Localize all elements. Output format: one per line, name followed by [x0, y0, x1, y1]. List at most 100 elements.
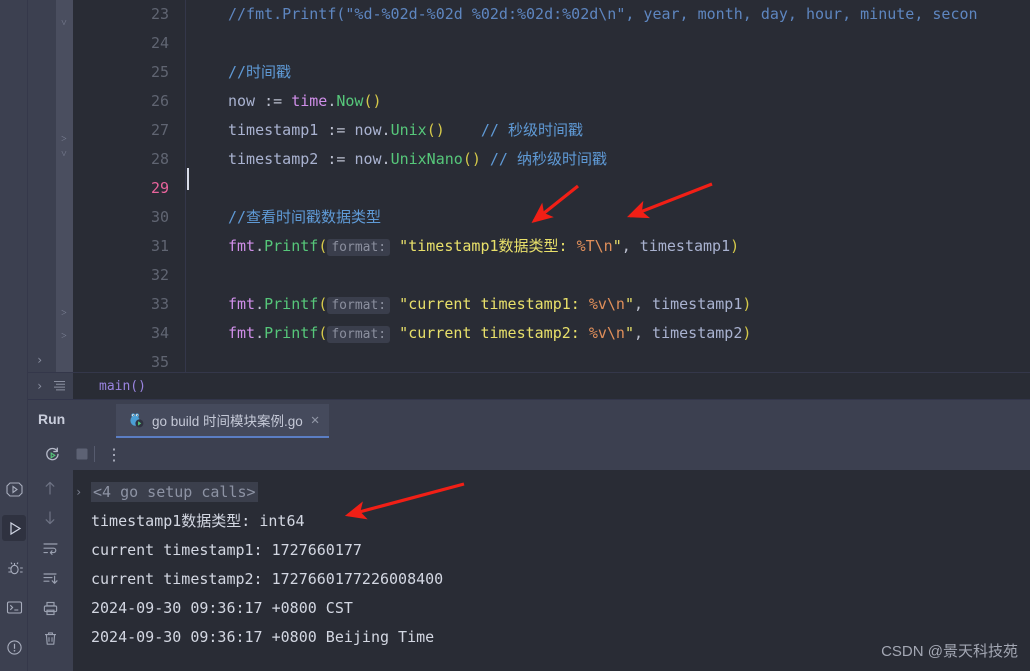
- line-number: 30: [150, 208, 169, 226]
- debug-icon[interactable]: [2, 555, 26, 581]
- run-tab-go-build[interactable]: go build 时间模块案例.go ✕: [116, 404, 330, 438]
- code-token-punct: .: [255, 295, 265, 313]
- code-token-kw: fmt: [228, 324, 256, 342]
- watermark-text: CSDN @景天科技苑: [881, 643, 1018, 660]
- line-number: 27: [150, 121, 169, 139]
- code-line[interactable]: //时间戳: [186, 58, 1030, 87]
- console-line-text: 2024-09-30 09:36:17 +0800 CST: [91, 599, 353, 617]
- run-toolbar: ⋮: [28, 438, 1030, 470]
- code-token-fmtv: %v\n: [588, 295, 625, 313]
- code-line[interactable]: fmt.Printf(format: "current timestamp1: …: [186, 290, 1030, 319]
- go-gopher-icon: [128, 412, 144, 428]
- code-token-paren: (: [318, 295, 328, 313]
- code-token-var: timestamp2: [652, 324, 743, 342]
- code-line[interactable]: [186, 29, 1030, 58]
- code-token-str: "current timestamp2:: [390, 324, 589, 342]
- console-line-text: current timestamp2: 1727660177226008400: [91, 570, 444, 588]
- terminal-icon[interactable]: [2, 594, 26, 620]
- more-options-button[interactable]: ⋮: [104, 444, 124, 464]
- console-line: › <4 go setup calls>: [73, 478, 1030, 507]
- code-line[interactable]: timestamp1 := now.Unix() // 秒级时间戳: [186, 116, 1030, 145]
- code-line[interactable]: now := time.Now(): [186, 87, 1030, 116]
- console-output[interactable]: › <4 go setup calls> timestamp1数据类型: int64…: [28, 470, 1030, 671]
- console-fold-chevron-icon[interactable]: ›: [75, 478, 82, 507]
- breadcrumb-item-main[interactable]: main(): [73, 373, 146, 400]
- code-token-cmt2: // 秒级时间戳: [480, 121, 583, 139]
- run-anything-icon[interactable]: [2, 476, 26, 502]
- code-line[interactable]: //查看时间戳数据类型: [186, 203, 1030, 232]
- line-number: 32: [150, 266, 169, 284]
- fold-chevron-icon[interactable]: ˃: [57, 307, 71, 321]
- scroll-up-icon[interactable]: [40, 478, 60, 498]
- code-token-punct: .: [381, 150, 391, 168]
- code-line[interactable]: fmt.Printf(format: "current timestamp2: …: [186, 319, 1030, 348]
- breadcrumb-chevron-icon-upper[interactable]: ›: [36, 348, 43, 372]
- code-token-paren: ): [742, 324, 752, 342]
- run-tab-label: go build 时间模块案例.go: [152, 414, 303, 429]
- line-number: 34: [150, 324, 169, 342]
- code-token-paren: (): [426, 121, 445, 139]
- code-line[interactable]: //fmt.Printf("%d-%02d-%02d %02d:%02d:%02…: [186, 0, 1030, 29]
- code-token-str: ": [612, 237, 622, 255]
- code-token-paren: (): [363, 92, 382, 110]
- console-line-text[interactable]: <4 go setup calls>: [91, 482, 258, 502]
- code-token-kw: time: [291, 92, 328, 110]
- scroll-to-end-icon[interactable]: [40, 568, 60, 588]
- trash-icon[interactable]: [40, 628, 60, 648]
- fold-chevron-icon[interactable]: ˃: [57, 133, 71, 147]
- problems-icon[interactable]: [2, 634, 26, 660]
- code-token-str: "current timestamp1:: [390, 295, 589, 313]
- fold-chevron-icon[interactable]: ˅: [57, 148, 71, 162]
- code-token-str: ": [624, 295, 634, 313]
- code-line[interactable]: [186, 261, 1030, 290]
- code-token-punct: :=: [327, 121, 355, 139]
- breadcrumb-chevron-icon[interactable]: ›: [36, 373, 43, 400]
- code-token-punct: .: [381, 121, 391, 139]
- code-editor[interactable]: ˅ ˃ ˅ ˃ ˃ 23 24 25 26 27 28 29 30 31 32 33 34 35 //f…: [28, 0, 1030, 372]
- console-line-text: 2024-09-30 09:36:17 +0800 Beijing Time: [91, 628, 435, 646]
- fold-chevron-icon[interactable]: ˃: [57, 330, 71, 344]
- code-token-fn: Printf: [264, 324, 319, 342]
- print-icon[interactable]: [40, 598, 60, 618]
- code-token-hint: format:: [327, 297, 391, 314]
- line-number: 23: [150, 5, 169, 23]
- soft-wrap-icon[interactable]: [40, 538, 60, 558]
- run-tool-window: Run go build 时间模块案例.go ✕ ⋮ › <4 go setup…: [28, 399, 1030, 671]
- code-token-cmt2: //时间戳: [228, 63, 292, 81]
- code-token-punct: [445, 121, 481, 139]
- code-token-cmt: //fmt.Printf("%d-%02d-%02d %02d:%02d:%02…: [228, 5, 978, 23]
- fold-chevron-icon[interactable]: ˅: [57, 17, 71, 31]
- code-token-var: timestamp2: [228, 150, 328, 168]
- code-token-fmtv: %v\n: [588, 324, 625, 342]
- line-number: 28: [150, 150, 169, 168]
- code-line[interactable]: timestamp2 := now.UnixNano() // 纳秒级时间戳: [186, 145, 1030, 174]
- code-line[interactable]: fmt.Printf(format: "timestamp1数据类型: %T\n…: [186, 232, 1030, 261]
- code-token-paren: (: [318, 324, 328, 342]
- code-token-fn: Printf: [264, 237, 319, 255]
- code-line[interactable]: [186, 174, 1030, 203]
- code-token-fn: UnixNano: [390, 150, 463, 168]
- left-tool-rail: [0, 0, 28, 671]
- console-line-text: current timestamp1: 1727660177: [91, 541, 362, 559]
- code-token-kw: fmt: [228, 295, 256, 313]
- console-line: timestamp1数据类型: int64: [73, 507, 1030, 536]
- console-line: current timestamp1: 1727660177: [73, 536, 1030, 565]
- code-token-str: ": [624, 324, 634, 342]
- rerun-button[interactable]: [42, 444, 62, 464]
- breadcrumb-bar[interactable]: › main(): [28, 372, 1030, 400]
- code-token-punct: :=: [264, 92, 292, 110]
- code-token-paren: (): [462, 150, 481, 168]
- close-icon[interactable]: ✕: [311, 412, 319, 428]
- scroll-down-icon[interactable]: [40, 508, 60, 528]
- run-icon[interactable]: [2, 515, 26, 541]
- code-token-var: now: [228, 92, 265, 110]
- code-token-var: now: [354, 150, 382, 168]
- code-token-punct: [481, 150, 490, 168]
- line-number: 33: [150, 295, 169, 313]
- code-token-punct: :=: [327, 150, 355, 168]
- console-line-text: timestamp1数据类型: int64: [91, 512, 305, 530]
- stop-button[interactable]: [72, 444, 92, 464]
- code-token-fn: Now: [336, 92, 364, 110]
- code-token-fn: Printf: [264, 295, 319, 313]
- code-content[interactable]: //fmt.Printf("%d-%02d-%02d %02d:%02d:%02…: [186, 0, 1030, 372]
